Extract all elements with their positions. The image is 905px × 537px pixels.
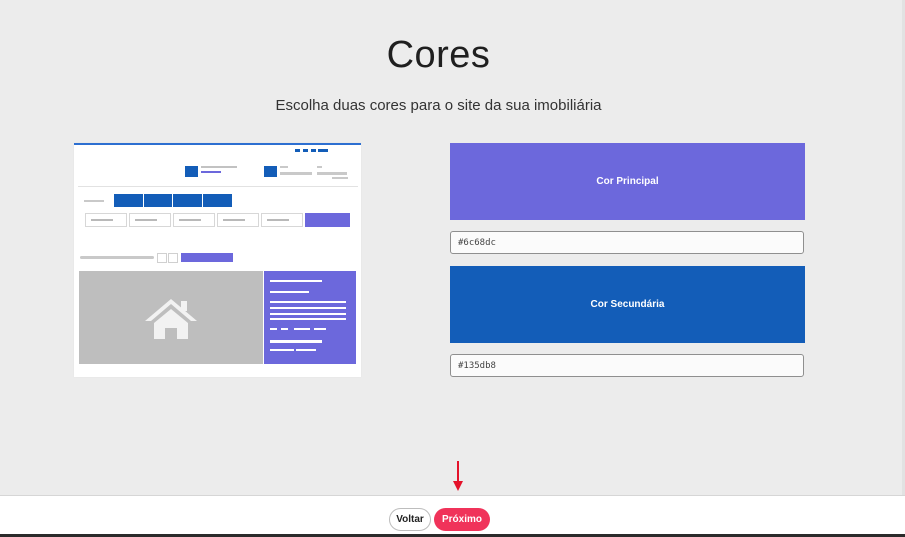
preview-info-panel xyxy=(264,271,356,364)
preview-line xyxy=(317,172,347,175)
preview-line xyxy=(84,200,104,202)
preview-input xyxy=(261,213,303,227)
preview-input xyxy=(129,213,171,227)
main-content: Cores Escolha duas cores para o site da … xyxy=(0,0,905,495)
preview-search-button xyxy=(305,213,350,227)
red-arrow-down-icon xyxy=(457,461,459,482)
preview-line xyxy=(280,172,312,175)
secondary-color-input[interactable] xyxy=(450,354,804,377)
primary-color-input[interactable] xyxy=(450,231,804,254)
preview-line xyxy=(332,177,348,179)
primary-color-card[interactable]: Cor Principal xyxy=(450,143,805,220)
preview-nav-dot xyxy=(303,149,308,152)
preview-toggle xyxy=(168,253,178,263)
preview-tab-sep xyxy=(172,194,173,207)
house-icon xyxy=(145,299,197,339)
preview-line xyxy=(280,166,288,168)
preview-block xyxy=(264,166,277,177)
preview-tabs xyxy=(114,194,232,207)
preview-tab-sep xyxy=(202,194,203,207)
next-button[interactable]: Próximo xyxy=(434,508,490,531)
back-button[interactable]: Voltar xyxy=(389,508,431,531)
preview-nav-dot xyxy=(318,149,328,152)
preview-line xyxy=(317,166,322,168)
page-subtitle: Escolha duas cores para o site da sua im… xyxy=(275,97,602,114)
preview-nav-dot xyxy=(311,149,316,152)
preview-line xyxy=(201,166,237,168)
preview-toggle xyxy=(157,253,167,263)
preview-filter-bar xyxy=(181,253,233,262)
preview-input xyxy=(85,213,127,227)
preview-nav-dot xyxy=(295,149,300,152)
red-arrow-head-icon xyxy=(453,481,463,491)
secondary-color-card[interactable]: Cor Secundária xyxy=(450,266,805,343)
preview-divider xyxy=(78,186,358,187)
preview-logo-block xyxy=(185,166,198,177)
preview-input xyxy=(217,213,259,227)
page-title: Cores xyxy=(386,34,491,76)
secondary-color-label: Cor Secundária xyxy=(590,299,665,310)
preview-line xyxy=(80,256,154,259)
preview-line xyxy=(201,171,221,173)
preview-input xyxy=(173,213,215,227)
preview-image xyxy=(79,271,263,364)
preview-tab-sep xyxy=(143,194,144,207)
primary-color-label: Cor Principal xyxy=(596,176,659,187)
